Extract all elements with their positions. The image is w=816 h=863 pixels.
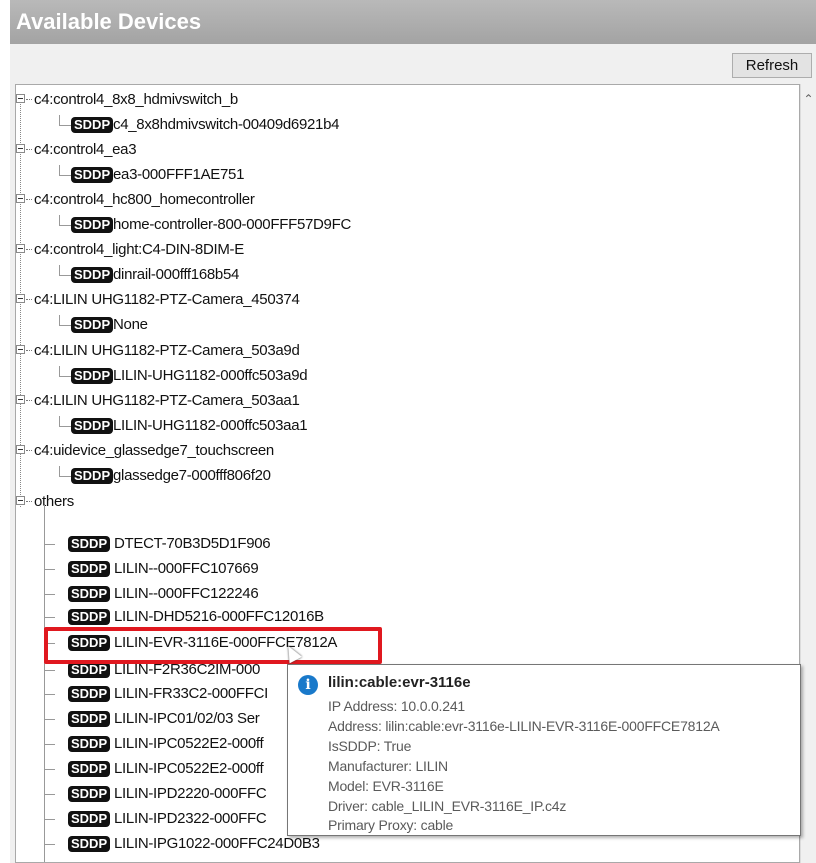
tree-group-label: c4:control4_hc800_homecontroller [34, 191, 255, 208]
collapse-icon[interactable] [16, 194, 25, 203]
sddp-badge: SDDP [68, 711, 111, 727]
tree-device-label: LILIN--000FFC122246 [114, 585, 259, 602]
tree-group-label: c4:uidevice_glassedge7_touchscreen [34, 442, 274, 459]
sddp-badge: SDDP [71, 418, 114, 434]
sddp-badge: SDDP [68, 586, 111, 602]
collapse-icon[interactable] [16, 345, 25, 354]
tree-group-others[interactable]: others [16, 492, 416, 512]
tree-group-label: c4:LILIN UHG1182-PTZ-Camera_450374 [34, 291, 300, 308]
tree-group-label: others [34, 493, 74, 510]
sddp-badge: SDDP [68, 662, 111, 678]
sddp-badge: SDDP [71, 217, 114, 233]
sddp-badge: SDDP [68, 836, 111, 852]
tree-device-label: c4_8x8hdmivswitch-00409d6921b4 [113, 116, 340, 133]
tree-device-label: LILIN-UHG1182-000ffc503aa1 [113, 417, 308, 434]
collapse-icon[interactable] [16, 294, 25, 303]
tree-device-label: LILIN-IPC0522E2-000ff [114, 735, 264, 752]
tooltip-issddp: IsSDDP: True [328, 738, 412, 754]
tooltip-title: lilin:cable:evr-3116e [328, 674, 471, 691]
tree-device-label: LILIN-IPC01/02/03 Ser [114, 710, 260, 727]
tree-device-label: LILIN-IPG1022-000FFC24D0B3 [114, 835, 320, 852]
collapse-icon[interactable] [16, 395, 25, 404]
sddp-badge: SDDP [68, 536, 111, 552]
tree-device-label: ea3-000FFF1AE751 [113, 166, 245, 183]
tooltip-driver: Driver: cable_LILIN_EVR-3116E_IP.c4z [328, 798, 567, 814]
collapse-icon[interactable] [16, 144, 25, 153]
tree-group-label: c4:control4_light:C4-DIN-8DIM-E [34, 241, 244, 258]
tree-device-label: LILIN-IPD2322-000FFC [114, 810, 267, 827]
tree-group[interactable]: c4:control4_light:C4-DIN-8DIM-E [16, 240, 416, 260]
tooltip-model: Model: EVR-3116E [328, 778, 444, 794]
tooltip-manufacturer: Manufacturer: LILIN [328, 758, 448, 774]
sddp-badge: SDDP [71, 117, 114, 133]
tree-device-label: LILIN--000FFC107669 [114, 560, 259, 577]
vertical-scrollbar[interactable]: ⌃ [800, 84, 816, 863]
sddp-badge: SDDP [68, 736, 111, 752]
tree-device-label: LILIN-FR33C2-000FFCI [114, 685, 269, 702]
tree-device-label: LILIN-IPD2220-000FFC [114, 785, 267, 802]
collapse-icon[interactable] [16, 496, 25, 505]
collapse-icon[interactable] [16, 244, 25, 253]
tree-device-label: glassedge7-000fff806f20 [113, 467, 271, 484]
tree-guide-line [44, 505, 45, 862]
tree-group[interactable]: c4:LILIN UHG1182-PTZ-Camera_503a9d [16, 341, 416, 361]
tree-device-label: dinrail-000fff168b54 [113, 266, 240, 283]
info-icon: i [298, 675, 318, 695]
sddp-badge: SDDP [71, 368, 114, 384]
collapse-icon[interactable] [16, 445, 25, 454]
tooltip-ip: IP Address: 10.0.0.241 [328, 698, 466, 714]
sddp-badge: SDDP [68, 609, 111, 625]
sddp-badge: SDDP [68, 811, 111, 827]
tree-device-label: LILIN-UHG1182-000ffc503a9d [113, 367, 308, 384]
sddp-badge: SDDP [71, 468, 114, 484]
sddp-badge: SDDP [71, 267, 114, 283]
sddp-badge: SDDP [68, 786, 111, 802]
tree-group[interactable]: c4:uidevice_glassedge7_touchscreen [16, 441, 416, 461]
tooltip-primary-proxy: Primary Proxy: cable [328, 817, 454, 833]
refresh-button[interactable]: Refresh [732, 53, 812, 78]
sddp-badge: SDDP [68, 686, 111, 702]
sddp-badge: SDDP [68, 561, 111, 577]
tree-group[interactable]: c4:LILIN UHG1182-PTZ-Camera_450374 [16, 290, 416, 310]
tree-group-label: c4:LILIN UHG1182-PTZ-Camera_503aa1 [34, 392, 300, 409]
panel-title: Available Devices [10, 0, 816, 44]
scroll-up-icon[interactable]: ⌃ [801, 92, 816, 106]
tree-group[interactable]: c4:control4_8x8_hdmivswitch_b [16, 90, 416, 110]
tree-device-label: None [113, 316, 148, 333]
tree-group-label: c4:LILIN UHG1182-PTZ-Camera_503a9d [34, 342, 300, 359]
tree-group-label: c4:control4_ea3 [34, 141, 137, 158]
tree-device-label: LILIN-IPC0522E2-000ff [114, 760, 264, 777]
tooltip-address: Address: lilin:cable:evr-3116e-LILIN-EVR… [328, 718, 720, 734]
tree-device-label: DTECT-70B3D5D1F906 [114, 535, 271, 552]
sddp-badge: SDDP [71, 317, 114, 333]
sddp-badge: SDDP [68, 761, 111, 777]
collapse-icon[interactable] [16, 94, 25, 103]
tree-device-label: LILIN-DHD5216-000FFC12016B [114, 608, 324, 625]
selection-highlight [44, 627, 382, 664]
sddp-badge: SDDP [71, 167, 114, 183]
tree-group-label: c4:control4_8x8_hdmivswitch_b [34, 91, 238, 108]
tree-device-label: home-controller-800-000FFF57D9FC [113, 216, 351, 233]
tree-group[interactable]: c4:control4_ea3 [16, 140, 416, 160]
tree-group[interactable]: c4:control4_hc800_homecontroller [16, 190, 416, 210]
tree-group[interactable]: c4:LILIN UHG1182-PTZ-Camera_503aa1 [16, 391, 416, 411]
device-tooltip: i lilin:cable:evr-3116e IP Address: 10.0… [287, 664, 801, 836]
